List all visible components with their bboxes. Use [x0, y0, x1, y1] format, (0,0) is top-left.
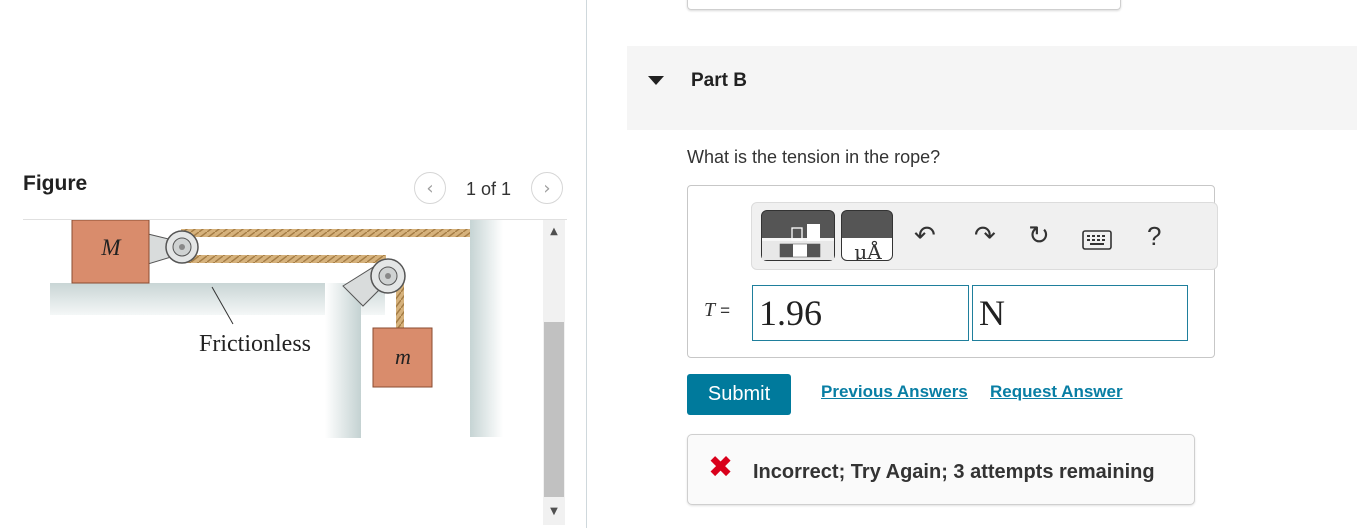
- undo-icon[interactable]: ↶: [914, 223, 936, 249]
- table-leg: [325, 283, 361, 438]
- question-text: What is the tension in the rope?: [687, 147, 941, 167]
- block-small-label: m: [395, 344, 411, 369]
- caret-down-icon: [648, 76, 664, 85]
- previous-part-panel: [687, 0, 1121, 10]
- chevron-right-icon: ›: [543, 177, 551, 199]
- next-figure-button[interactable]: ›: [531, 172, 563, 204]
- keyboard-icon[interactable]: [1082, 229, 1112, 255]
- block-big-label: M: [100, 235, 122, 260]
- units-icon: μÅ: [842, 238, 892, 261]
- units-label: μÅ: [854, 239, 882, 261]
- scroll-down-arrow-icon[interactable]: ▼: [543, 506, 565, 517]
- templates-icon: [762, 224, 834, 260]
- templates-button[interactable]: [761, 210, 835, 261]
- math-toolbar: μÅ ↶ ↷ ↻ ?: [751, 202, 1218, 270]
- help-icon[interactable]: ?: [1147, 223, 1161, 249]
- figure-pager: 1 of 1: [466, 179, 512, 199]
- answer-label: T =: [704, 299, 730, 322]
- request-answer-link[interactable]: Request Answer: [990, 382, 1123, 402]
- figure-title: Figure: [23, 172, 88, 195]
- rope-top: [181, 229, 470, 237]
- wall: [470, 220, 503, 437]
- figure-scrollbar[interactable]: ▲ ▼: [543, 220, 565, 525]
- part-b-header[interactable]: Part B: [627, 46, 1357, 130]
- previous-figure-button[interactable]: ‹: [414, 172, 446, 204]
- figure-pane: Figure ‹ 1 of 1 › M m Frictionless ▲ ▼: [0, 0, 587, 528]
- pane-divider[interactable]: [586, 0, 587, 528]
- scroll-up-arrow-icon[interactable]: ▲: [543, 226, 565, 237]
- feedback-panel: ✖ Incorrect; Try Again; 3 attempts remai…: [687, 434, 1195, 505]
- tension-unit-input[interactable]: N: [972, 285, 1188, 341]
- rope-lower: [181, 255, 386, 263]
- scroll-thumb[interactable]: [544, 322, 564, 497]
- submit-button[interactable]: Submit: [687, 374, 791, 415]
- pulley-figure: M m Frictionless: [50, 220, 503, 438]
- answer-variable: T: [704, 299, 716, 321]
- tension-value-input[interactable]: 1.96: [752, 285, 969, 341]
- reset-icon[interactable]: ↻: [1028, 223, 1050, 249]
- frictionless-label: Frictionless: [199, 331, 311, 357]
- units-button[interactable]: μÅ: [841, 210, 893, 261]
- chevron-left-icon: ‹: [426, 177, 434, 199]
- answer-equals: =: [720, 301, 731, 320]
- feedback-message: Incorrect; Try Again; 3 attempts remaini…: [753, 461, 1155, 483]
- previous-answers-link[interactable]: Previous Answers: [821, 382, 968, 402]
- redo-icon[interactable]: ↷: [974, 223, 996, 249]
- x-icon: ✖: [708, 450, 734, 485]
- part-title: Part B: [691, 70, 747, 91]
- figure-viewport: M m Frictionless: [23, 220, 543, 525]
